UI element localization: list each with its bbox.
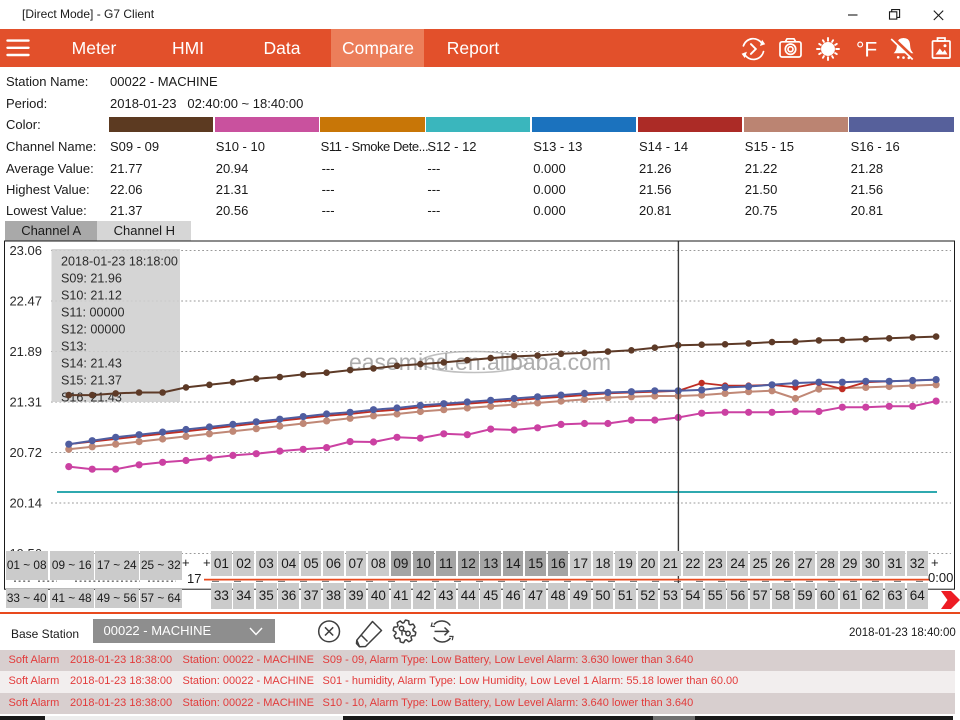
svg-text:21.31: 21.31 bbox=[9, 395, 42, 410]
svg-text:+: + bbox=[931, 555, 939, 570]
svg-text:20.72: 20.72 bbox=[9, 445, 42, 460]
svg-text:S10: 21.12: S10: 21.12 bbox=[61, 288, 122, 302]
svg-text:22.47: 22.47 bbox=[9, 294, 42, 309]
svg-text:23.06: 23.06 bbox=[9, 243, 42, 258]
svg-text:+: + bbox=[182, 555, 190, 570]
svg-text:S15: 21.37: S15: 21.37 bbox=[61, 373, 122, 387]
svg-text:2018-01-23 18:18:00: 2018-01-23 18:18:00 bbox=[61, 254, 178, 268]
svg-text:S11: 00000: S11: 00000 bbox=[61, 305, 125, 319]
svg-text:S12: 00000: S12: 00000 bbox=[61, 322, 125, 336]
svg-text:S14: 21.43: S14: 21.43 bbox=[61, 356, 122, 370]
svg-text:20.14: 20.14 bbox=[9, 496, 42, 511]
svg-text:+: + bbox=[203, 555, 211, 570]
svg-text:°F: °F bbox=[856, 39, 877, 62]
svg-text:S09: 21.96: S09: 21.96 bbox=[61, 271, 122, 285]
svg-text:S13:: S13: bbox=[61, 339, 87, 353]
svg-text:0:00: 0:00 bbox=[928, 570, 953, 585]
svg-text:21.89: 21.89 bbox=[9, 344, 42, 359]
svg-text:17: 17 bbox=[187, 571, 201, 586]
